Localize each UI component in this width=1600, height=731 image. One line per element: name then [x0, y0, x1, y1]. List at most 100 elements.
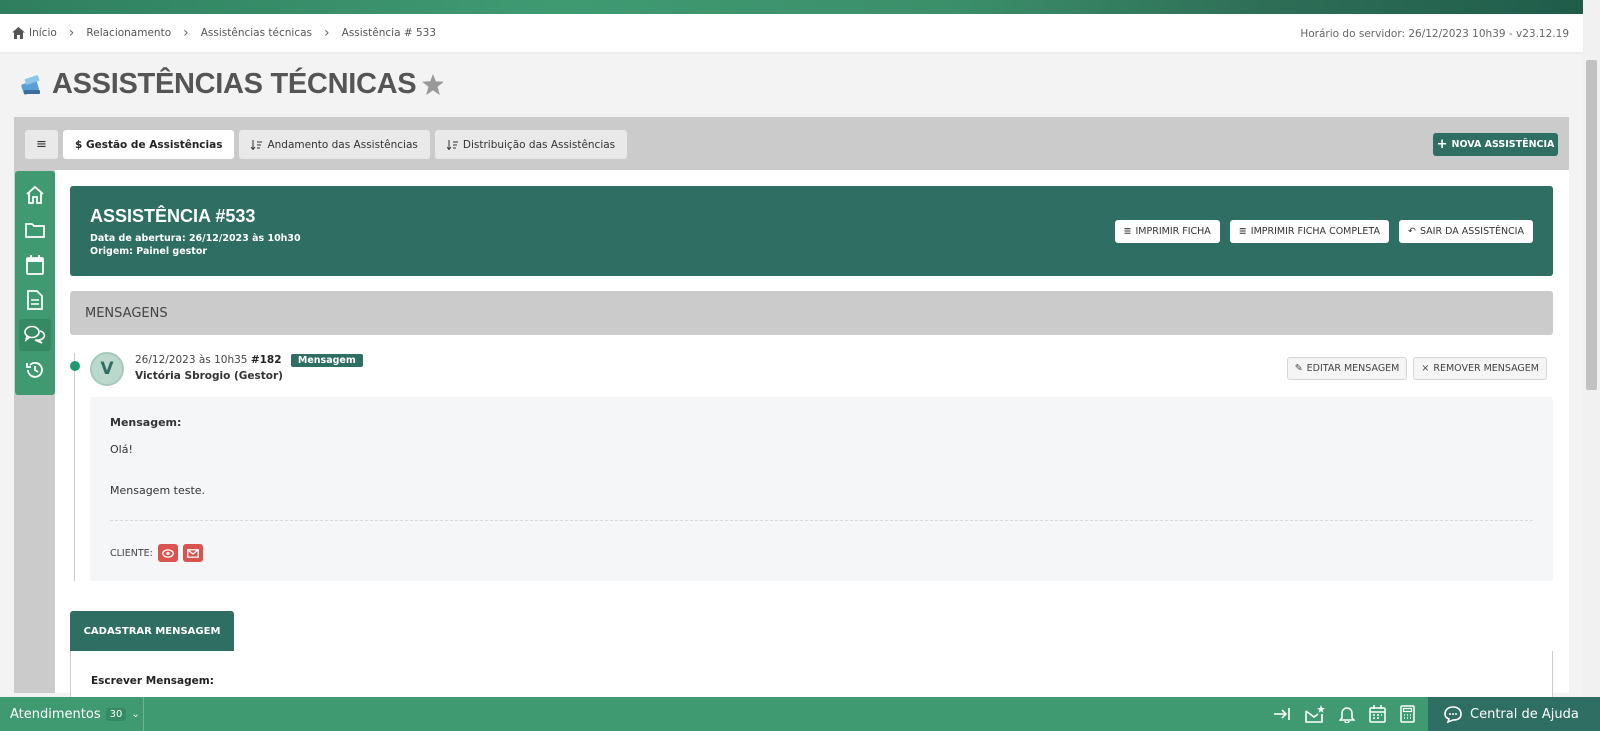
- chevron-right-icon: ›: [68, 25, 75, 41]
- message-line: Mensagem teste.: [110, 484, 206, 497]
- sort-icon: [446, 139, 458, 150]
- new-message-form: Escrever Mensagem:: [70, 651, 1553, 701]
- page-scrollbar[interactable]: [1583, 0, 1600, 697]
- calendar-icon: [26, 255, 44, 275]
- help-label: Central de Ajuda: [1470, 706, 1579, 722]
- write-message-label: Escrever Mensagem:: [91, 675, 214, 687]
- breadcrumb-label: Início: [29, 27, 57, 39]
- assistance-meta: Data de abertura: 26/12/2023 às 10h30 Or…: [90, 232, 301, 258]
- chat-bubble-icon: [1444, 705, 1462, 723]
- origin: Origem: Painel gestor: [90, 246, 208, 257]
- client-visibility: CLIENTE:: [110, 544, 203, 562]
- tools-icon: [21, 74, 40, 95]
- message-datetime: 26/12/2023 às 10h35: [135, 354, 248, 366]
- bottom-icons: [1273, 697, 1415, 731]
- hamburger-icon: ≡: [36, 137, 47, 152]
- nav-folder[interactable]: [19, 214, 51, 246]
- edit-icon: ✎: [1294, 363, 1303, 374]
- home-icon: [12, 27, 25, 39]
- print-full-button[interactable]: ≣ IMPRIMIR FICHA COMPLETA: [1229, 220, 1389, 243]
- message-actions: ✎ EDITAR MENSAGEM × REMOVER MENSAGEM: [1286, 357, 1547, 380]
- button-label: IMPRIMIR FICHA COMPLETA: [1250, 226, 1380, 237]
- message-number: #182: [250, 354, 282, 366]
- remove-message-button[interactable]: × REMOVER MENSAGEM: [1413, 357, 1547, 380]
- message-badge: Mensagem: [290, 354, 363, 367]
- nav-history[interactable]: [19, 354, 51, 386]
- button-label: NOVA ASSISTÊNCIA: [1451, 139, 1555, 150]
- breadcrumb-current: Assistência # 533: [342, 27, 436, 39]
- help-center-button[interactable]: Central de Ajuda: [1428, 697, 1600, 731]
- tab-label: $ Gestão de Assistências: [75, 138, 223, 151]
- top-banner: [0, 0, 1583, 14]
- scrollbar-thumb[interactable]: [1586, 60, 1597, 390]
- breadcrumb-label: Assistências técnicas: [200, 27, 313, 39]
- close-icon: ×: [1421, 363, 1430, 374]
- button-label: EDITAR MENSAGEM: [1306, 363, 1400, 374]
- message-body: Mensagem: Olá! Mensagem teste. CLIENTE:: [90, 397, 1553, 581]
- folder-icon: [25, 223, 45, 238]
- arrow-to-right-icon[interactable]: [1273, 707, 1291, 721]
- history-icon: [26, 362, 43, 378]
- button-label: SAIR DA ASSISTÊNCIA: [1419, 226, 1524, 237]
- breadcrumb-relacionamento[interactable]: Relacionamento: [86, 27, 171, 39]
- nav-messages[interactable]: [19, 319, 51, 351]
- breadcrumb-home[interactable]: Início: [12, 27, 57, 39]
- header-actions: ≣ IMPRIMIR FICHA ≣ IMPRIMIR FICHA COMPLETA…: [1114, 220, 1533, 243]
- breadcrumb-label: Assistência # 533: [341, 27, 437, 39]
- mail-icon[interactable]: [182, 544, 203, 562]
- sort-icon: [251, 139, 263, 150]
- assistance-title: ASSISTÊNCIA #533: [90, 206, 256, 226]
- menu-button[interactable]: ≡: [25, 130, 58, 159]
- eye-icon[interactable]: [157, 544, 178, 562]
- edit-message-button[interactable]: ✎ EDITAR MENSAGEM: [1286, 357, 1408, 380]
- side-nav: [15, 171, 55, 395]
- calendar-icon[interactable]: [1369, 705, 1386, 723]
- breadcrumb-label: Relacionamento: [86, 27, 172, 39]
- page-title-block: ASSISTÊNCIAS TÉCNICAS: [20, 68, 445, 101]
- atendimentos-button[interactable]: Atendimentos 30 ⌄: [0, 697, 144, 731]
- nav-document[interactable]: [19, 284, 51, 316]
- nav-calendar[interactable]: [19, 249, 51, 281]
- atendimentos-label: Atendimentos: [10, 706, 101, 722]
- tab-andamento[interactable]: Andamento das Assistências: [239, 130, 430, 159]
- breadcrumb-assistencias[interactable]: Assistências técnicas: [201, 27, 312, 39]
- mail-star-icon[interactable]: [1305, 705, 1325, 723]
- plus-icon: +: [1436, 136, 1448, 152]
- opening-date: Data de abertura: 26/12/2023 às 10h30: [90, 233, 301, 244]
- list-icon: ≣: [1123, 226, 1132, 237]
- client-label: CLIENTE:: [110, 547, 153, 559]
- bottom-bar: Atendimentos 30 ⌄ Central de Ajuda: [0, 697, 1600, 731]
- print-button[interactable]: ≣ IMPRIMIR FICHA: [1114, 220, 1220, 243]
- calculator-icon[interactable]: [1400, 705, 1415, 723]
- bell-icon[interactable]: [1339, 706, 1355, 723]
- message-author: Victória Sbrogio (Gestor): [135, 370, 283, 382]
- page-title: ASSISTÊNCIAS TÉCNICAS: [52, 68, 417, 100]
- tab-distribuicao[interactable]: Distribuição das Assistências: [434, 130, 628, 159]
- button-label: IMPRIMIR FICHA: [1135, 226, 1211, 237]
- server-time: Horário do servidor: 26/12/2023 10h39 - …: [1300, 28, 1569, 40]
- chat-icon: [24, 325, 46, 344]
- list-icon: ≣: [1238, 226, 1247, 237]
- tab-label: Distribuição das Assistências: [462, 138, 616, 151]
- star-icon[interactable]: [422, 74, 445, 95]
- tab-cadastrar-mensagem[interactable]: CADASTRAR MENSAGEM: [70, 611, 234, 651]
- divider: [110, 520, 1533, 521]
- nav-home[interactable]: [19, 179, 51, 211]
- chevron-down-icon: ⌄: [131, 708, 140, 720]
- exit-button[interactable]: ↶ SAIR DA ASSISTÊNCIA: [1398, 220, 1533, 243]
- timeline-line: [74, 353, 75, 581]
- document-icon: [27, 290, 43, 310]
- messages-section-title: MENSAGENS: [70, 291, 1553, 335]
- timeline-dot: [70, 361, 80, 371]
- breadcrumb: Início › Relacionamento › Assistências t…: [0, 14, 1583, 52]
- avatar: V: [90, 352, 124, 386]
- tab-label: Andamento das Assistências: [267, 138, 418, 151]
- atendimentos-count: 30: [105, 707, 127, 721]
- button-label: REMOVER MENSAGEM: [1433, 363, 1539, 374]
- message-label: Mensagem:: [110, 416, 182, 429]
- tab-gestao[interactable]: $ Gestão de Assistências: [63, 130, 235, 159]
- chevron-right-icon: ›: [324, 25, 330, 41]
- home-icon: [26, 185, 44, 204]
- message-line: Olá!: [110, 443, 133, 456]
- new-assistance-button[interactable]: + NOVA ASSISTÊNCIA: [1433, 133, 1558, 156]
